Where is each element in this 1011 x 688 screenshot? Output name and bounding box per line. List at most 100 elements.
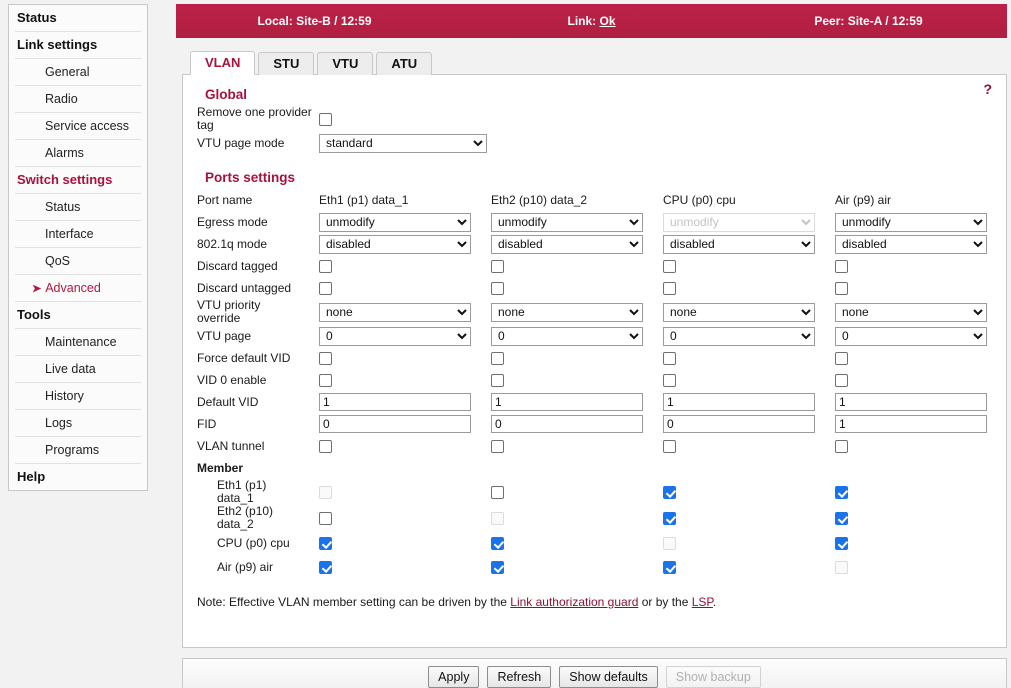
sidebar-item-programs[interactable]: Programs — [15, 437, 141, 464]
row-discard-tagged-0-checkbox[interactable] — [319, 260, 332, 274]
row-vlan-tunnel-1-cell — [491, 435, 663, 457]
show-defaults-button[interactable]: Show defaults — [559, 666, 658, 688]
row-vid-0-enable-2-cell — [663, 369, 835, 391]
sidebar-item-link-settings[interactable]: Link settings — [15, 32, 141, 59]
row-force-default-vid-3-checkbox[interactable] — [835, 352, 848, 366]
row-fid-input-1[interactable] — [491, 415, 643, 433]
sidebar-item-status[interactable]: Status — [15, 194, 141, 221]
status-bar: Local: Site-B / 12:59 Link: Ok Peer: Sit… — [176, 4, 1007, 38]
tab-stu[interactable]: STU — [258, 52, 315, 75]
row-egress-mode-select-0[interactable]: unmodifyuntaggedtaggeddouble tag — [319, 212, 471, 232]
row-vtu-page-select-2[interactable]: 01 — [663, 326, 815, 346]
member-2-0-checkbox[interactable] — [663, 486, 676, 500]
tab-vlan[interactable]: VLAN — [190, 51, 256, 75]
sidebar-item-service-access[interactable]: Service access — [15, 113, 141, 140]
member-3-1-checkbox[interactable] — [835, 512, 848, 526]
member-0-3-checkbox[interactable] — [319, 561, 332, 575]
tab-vtu[interactable]: VTU — [317, 52, 374, 75]
row-discard-tagged-3-checkbox[interactable] — [835, 260, 848, 274]
sidebar-item-live-data[interactable]: Live data — [15, 356, 141, 383]
row-discard-untagged-3-checkbox[interactable] — [835, 282, 848, 296]
help-icon[interactable]: ? — [983, 81, 992, 97]
link-authorization-guard-link[interactable]: Link authorization guard — [510, 595, 638, 609]
row-discard-untagged-0-checkbox[interactable] — [319, 282, 332, 296]
row-vtu-page-select-3[interactable]: 01 — [835, 326, 987, 346]
row-vtu-priority-override-select-2[interactable]: noneframequeueframe and queue — [663, 302, 815, 322]
row-vid-0-enable-3-checkbox[interactable] — [835, 374, 848, 388]
row-vlan-tunnel-0-checkbox[interactable] — [319, 440, 332, 454]
lsp-link[interactable]: LSP — [692, 595, 713, 609]
sidebar-item-interface[interactable]: Interface — [15, 221, 141, 248]
row-default-vid-cell-2 — [663, 391, 835, 413]
remove-one-provider-tag-checkbox[interactable] — [319, 113, 332, 127]
row-vtu-page-select-1[interactable]: 01 — [491, 326, 643, 346]
member-3-0-checkbox[interactable] — [835, 486, 848, 500]
member-0-2-checkbox[interactable] — [319, 537, 332, 551]
member-row-label-2: CPU (p0) cpu — [217, 535, 290, 550]
sidebar-item-status[interactable]: Status — [15, 5, 141, 32]
row-vtu-priority-override-cell-3: noneframequeueframe and queue — [835, 299, 1007, 325]
row-802-1q-mode-select-0[interactable]: disabledfallbackchecksecure — [319, 234, 471, 254]
sidebar-item-tools[interactable]: Tools — [15, 302, 141, 329]
member-3-2-checkbox[interactable] — [835, 537, 848, 551]
member-1-0-checkbox[interactable] — [491, 486, 504, 500]
sidebar-item-help[interactable]: Help — [15, 464, 141, 490]
row-egress-mode-select-1[interactable]: unmodifyuntaggedtaggeddouble tag — [491, 212, 643, 232]
sidebar-item-label: Interface — [45, 227, 94, 241]
sidebar-item-general[interactable]: General — [15, 59, 141, 86]
member-2-3-checkbox[interactable] — [663, 561, 676, 575]
row-default-vid-input-1[interactable] — [491, 393, 643, 411]
row-discard-untagged-1-checkbox[interactable] — [491, 282, 504, 296]
row-vtu-priority-override-select-1[interactable]: noneframequeueframe and queue — [491, 302, 643, 322]
row-discard-untagged-2-checkbox[interactable] — [663, 282, 676, 296]
sidebar-item-logs[interactable]: Logs — [15, 410, 141, 437]
row-force-default-vid-0-checkbox[interactable] — [319, 352, 332, 366]
note-prefix: Note: Effective VLAN member setting can … — [197, 595, 511, 609]
row-802-1q-mode-select-1[interactable]: disabledfallbackchecksecure — [491, 234, 643, 254]
row-vid-0-enable-1-checkbox[interactable] — [491, 374, 504, 388]
row-802-1q-mode-select-2[interactable]: disabledfallbackchecksecure — [663, 234, 815, 254]
row-force-default-vid-2-cell — [663, 347, 835, 369]
vtu-page-mode-select[interactable]: standardextended — [319, 133, 487, 153]
row-vtu-page-select-0[interactable]: 01 — [319, 326, 471, 346]
row-discard-tagged-1-checkbox[interactable] — [491, 260, 504, 274]
row-default-vid-input-2[interactable] — [663, 393, 815, 411]
row-vlan-tunnel-1-checkbox[interactable] — [491, 440, 504, 454]
row-vtu-priority-override-cell-2: noneframequeueframe and queue — [663, 299, 835, 325]
sidebar-item-advanced[interactable]: ➤ Advanced — [15, 275, 141, 302]
row-802-1q-mode-cell-3: disabledfallbackchecksecure — [835, 233, 1007, 255]
sidebar-item-switch-settings[interactable]: Switch settings — [15, 167, 141, 194]
sidebar-item-radio[interactable]: Radio — [15, 86, 141, 113]
row-force-default-vid-1-checkbox[interactable] — [491, 352, 504, 366]
row-802-1q-mode-select-3[interactable]: disabledfallbackchecksecure — [835, 234, 987, 254]
refresh-button[interactable]: Refresh — [487, 666, 552, 688]
member-0-1-cell — [319, 505, 491, 531]
row-default-vid-input-0[interactable] — [319, 393, 471, 411]
row-default-vid-input-3[interactable] — [835, 393, 987, 411]
row-vid-0-enable-2-checkbox[interactable] — [663, 374, 676, 388]
sidebar-item-label: Programs — [45, 443, 100, 457]
row-default-vid-cell-3 — [835, 391, 1007, 413]
member-2-1-checkbox[interactable] — [663, 512, 676, 526]
row-fid-input-0[interactable] — [319, 415, 471, 433]
statusbar-link-value[interactable]: Ok — [599, 14, 615, 28]
row-vlan-tunnel-3-checkbox[interactable] — [835, 440, 848, 454]
sidebar-item-history[interactable]: History — [15, 383, 141, 410]
row-vid-0-enable-0-checkbox[interactable] — [319, 374, 332, 388]
row-discard-tagged-2-checkbox[interactable] — [663, 260, 676, 274]
member-1-3-checkbox[interactable] — [491, 561, 504, 575]
member-0-1-checkbox[interactable] — [319, 512, 332, 526]
sidebar-item-qos[interactable]: QoS — [15, 248, 141, 275]
sidebar-item-alarms[interactable]: Alarms — [15, 140, 141, 167]
row-fid-input-3[interactable] — [835, 415, 987, 433]
row-vlan-tunnel-2-checkbox[interactable] — [663, 440, 676, 454]
row-fid-input-2[interactable] — [663, 415, 815, 433]
row-vtu-priority-override-select-0[interactable]: noneframequeueframe and queue — [319, 302, 471, 322]
sidebar-item-maintenance[interactable]: Maintenance — [15, 329, 141, 356]
apply-button[interactable]: Apply — [428, 666, 480, 688]
row-vtu-priority-override-select-3[interactable]: noneframequeueframe and queue — [835, 302, 987, 322]
member-1-2-checkbox[interactable] — [491, 537, 504, 551]
tab-atu[interactable]: ATU — [376, 52, 433, 75]
row-force-default-vid-2-checkbox[interactable] — [663, 352, 676, 366]
row-egress-mode-select-3[interactable]: unmodifyuntaggedtaggeddouble tag — [835, 212, 987, 232]
